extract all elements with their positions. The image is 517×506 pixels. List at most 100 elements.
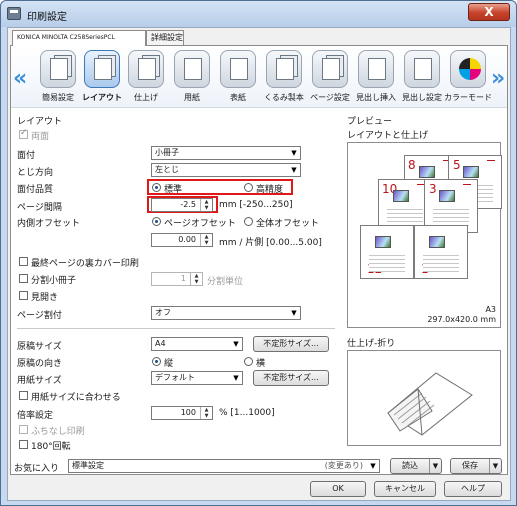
paper-button[interactable]: 用紙 (171, 50, 213, 106)
scroll-left-icon[interactable]: « (13, 66, 27, 91)
orientation-label: 原稿の向き (17, 359, 63, 369)
duplex-checkbox[interactable] (19, 128, 28, 139)
scroll-right-icon[interactable]: » (491, 66, 505, 91)
preview-page: 1 (414, 225, 468, 279)
spinner-icon: ▲ ▼ (200, 407, 212, 419)
inner-offset-label: 内側オフセット (17, 219, 81, 229)
spread-checkbox[interactable] (19, 291, 28, 300)
spinner-icon: ▲ ▼ (190, 273, 202, 285)
portrait-label: 縦 (164, 359, 174, 369)
split-booklet-checkbox[interactable] (19, 274, 28, 283)
paper-custom-size-button[interactable]: 不定形サイズ... (253, 370, 329, 386)
paper-dimensions: 297.0x420.0 mm (427, 315, 496, 324)
paper-name: A3 (485, 305, 496, 314)
zoom-unit: % [1...1000] (219, 408, 275, 418)
zoom-input[interactable]: 100 ▲ ▼ (151, 406, 213, 420)
chevron-down-icon: ▼ (291, 309, 297, 317)
close-button[interactable]: X (468, 3, 510, 21)
load-button[interactable]: 読込 ▼ (390, 458, 442, 474)
quality-standard-label: 標準 (164, 185, 183, 195)
tab-insert-button[interactable]: 見出し挿入 (355, 50, 397, 106)
landscape-label: 横 (256, 359, 266, 369)
quality-standard-radio[interactable] (152, 183, 161, 192)
last-cover-label: 最終ページの裏カバー印刷 (31, 259, 139, 269)
window-title: 印刷設定 (27, 12, 67, 23)
imposition-select[interactable]: 小冊子 ▼ (151, 146, 301, 160)
cover-button[interactable]: 表紙 (217, 50, 259, 106)
favorites-select[interactable]: 標準設定 (変更あり) ▼ (68, 459, 380, 473)
spinner-icon: ▲ ▼ (200, 199, 212, 211)
page-offset-label: ページオフセット (164, 219, 236, 229)
chevron-down-icon: ▼ (233, 374, 239, 382)
layout-button[interactable]: レイアウト (81, 50, 123, 106)
favorites-changed: (変更あり) (324, 461, 363, 470)
borderless-checkbox[interactable] (19, 425, 28, 434)
page-split-label: ページ割付 (17, 311, 62, 321)
inner-offset-unit: mm / 片側 [0.00...5.00] (219, 238, 322, 248)
portrait-radio[interactable] (152, 357, 161, 366)
chevron-down-icon: ▼ (370, 462, 376, 470)
chevron-down-icon: ▼ (429, 459, 441, 473)
last-cover-checkbox[interactable] (19, 257, 28, 266)
finishing-preview (347, 350, 501, 446)
split-booklet-unit: 分割単位 (207, 277, 244, 287)
original-size-label: 原稿サイズ (17, 342, 62, 352)
fit-paper-checkbox[interactable] (19, 391, 28, 400)
paper-size-select[interactable]: デフォルト ▼ (151, 371, 243, 385)
print-settings-window: 印刷設定 X KONICA MINOLTA C258SeriesPCL 詳細設定… (0, 0, 517, 506)
landscape-radio[interactable] (244, 357, 253, 366)
dialog-body: KONICA MINOLTA C258SeriesPCL 詳細設定 « 簡易設定… (7, 27, 511, 501)
ok-button[interactable]: OK (310, 481, 366, 497)
quick-setup-button[interactable]: 簡易設定 (37, 50, 79, 106)
imposition-label: 面付 (17, 151, 36, 161)
duplex-label: 両面 (31, 132, 50, 142)
split-booklet-label: 分割小冊子 (31, 276, 77, 286)
tab-setting-button[interactable]: 見出し設定 (401, 50, 443, 106)
binding-select[interactable]: 左とじ ▼ (151, 163, 301, 177)
preview-title: プレビュー (347, 117, 393, 127)
spinner-icon: ▲ ▼ (200, 234, 212, 246)
binding-label: とじ方向 (17, 168, 54, 178)
layout-section-title: レイアウト (17, 117, 63, 127)
divider (17, 328, 335, 329)
color-mode-icon (459, 58, 481, 80)
rotate-180-checkbox[interactable] (19, 440, 28, 449)
save-button[interactable]: 保存 ▼ (450, 458, 502, 474)
quality-label: 面付品質 (17, 185, 54, 195)
page-split-select[interactable]: オフ ▼ (151, 306, 301, 320)
whole-offset-radio[interactable] (244, 217, 253, 226)
page-gap-label: ページ間隔 (17, 203, 62, 213)
original-size-select[interactable]: A4 ▼ (151, 337, 243, 351)
page-setup-button[interactable]: ページ設定 (309, 50, 351, 106)
finishing-preview-title: 仕上げ-折り (347, 339, 396, 349)
chevron-down-icon: ▼ (489, 459, 501, 473)
page-gap-unit: mm [-250...250] (219, 200, 293, 210)
fit-paper-label: 用紙サイズに合わせる (31, 393, 121, 403)
whole-offset-label: 全体オフセット (256, 219, 320, 229)
tab-advanced[interactable]: 詳細設定 (146, 30, 184, 45)
paper-size-label: 用紙サイズ (17, 376, 62, 386)
quality-high-radio[interactable] (244, 183, 253, 192)
finishing-button[interactable]: 仕上げ (125, 50, 167, 106)
function-icon-bar: « 簡易設定 レイアウト 仕上げ 用紙 表紙 くるみ製本 ページ設定 見出し挿入… (11, 46, 507, 108)
chevron-down-icon: ▼ (291, 149, 297, 157)
favorites-label: お気に入り (14, 464, 60, 474)
help-button[interactable]: ヘルプ (444, 481, 502, 497)
preview-subtitle: レイアウトと仕上げ (347, 131, 429, 141)
cancel-button[interactable]: キャンセル (374, 481, 436, 497)
layout-preview: 8 5 10 3 12 1 A3 297.0x420.0 mm (347, 142, 502, 328)
spread-label: 見開き (31, 293, 59, 303)
perfect-binding-button[interactable]: くるみ製本 (263, 50, 305, 106)
split-booklet-input[interactable]: 1 ▲ ▼ (151, 272, 203, 286)
page-offset-radio[interactable] (152, 217, 161, 226)
borderless-label: ふちなし印刷 (31, 427, 85, 437)
original-custom-size-button[interactable]: 不定形サイズ... (253, 336, 329, 352)
title-bar: 印刷設定 X (1, 1, 516, 27)
zoom-label: 倍率設定 (17, 411, 54, 421)
page-gap-input[interactable]: -2.5 ▲ ▼ (151, 198, 213, 212)
tab-basic[interactable]: KONICA MINOLTA C258SeriesPCL (12, 30, 146, 46)
color-mode-button[interactable]: カラーモード (444, 50, 492, 106)
printer-icon (7, 7, 21, 20)
folded-booklet-icon (387, 372, 473, 436)
inner-offset-input[interactable]: 0.00 ▲ ▼ (151, 233, 213, 247)
